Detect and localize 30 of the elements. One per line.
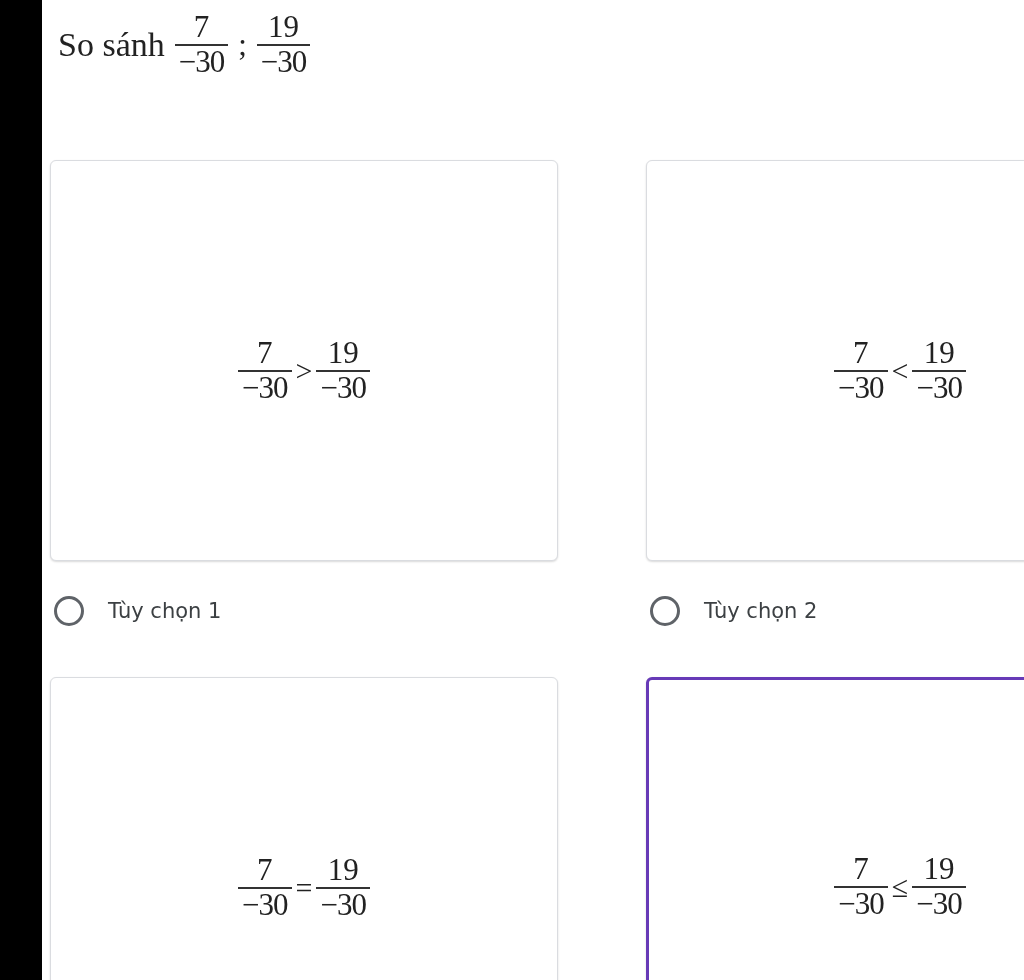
denominator: −30: [912, 886, 966, 921]
denominator: −30: [174, 44, 229, 79]
comparison-sign: >: [295, 353, 313, 388]
separator: ;: [238, 27, 247, 63]
question-text: So sánh: [58, 26, 165, 64]
numerator: 19: [326, 853, 360, 887]
numerator: 19: [922, 853, 956, 886]
numerator: 7: [256, 853, 274, 887]
radio-button[interactable]: [650, 596, 680, 626]
numerator: 19: [922, 336, 956, 370]
denominator: −30: [238, 886, 292, 922]
denominator: −30: [834, 369, 888, 405]
comparison-sign: <: [891, 353, 909, 388]
numerator: 19: [326, 336, 360, 370]
denominator: −30: [316, 369, 370, 405]
denominator: −30: [256, 44, 311, 79]
denominator: −30: [316, 886, 370, 922]
denominator: −30: [912, 369, 966, 405]
numerator: 7: [852, 853, 870, 886]
denominator: −30: [834, 886, 888, 921]
denominator: −30: [238, 369, 292, 405]
numerator: 7: [256, 336, 274, 370]
numerator: 7: [852, 336, 870, 370]
option-label: Tùy chọn 1: [108, 599, 222, 623]
numerator: 19: [267, 11, 301, 44]
option-label: Tùy chọn 2: [704, 599, 818, 623]
comparison-sign: ≤: [891, 870, 909, 904]
radio-button[interactable]: [54, 596, 84, 626]
numerator: 7: [192, 11, 211, 44]
comparison-sign: =: [295, 870, 313, 905]
